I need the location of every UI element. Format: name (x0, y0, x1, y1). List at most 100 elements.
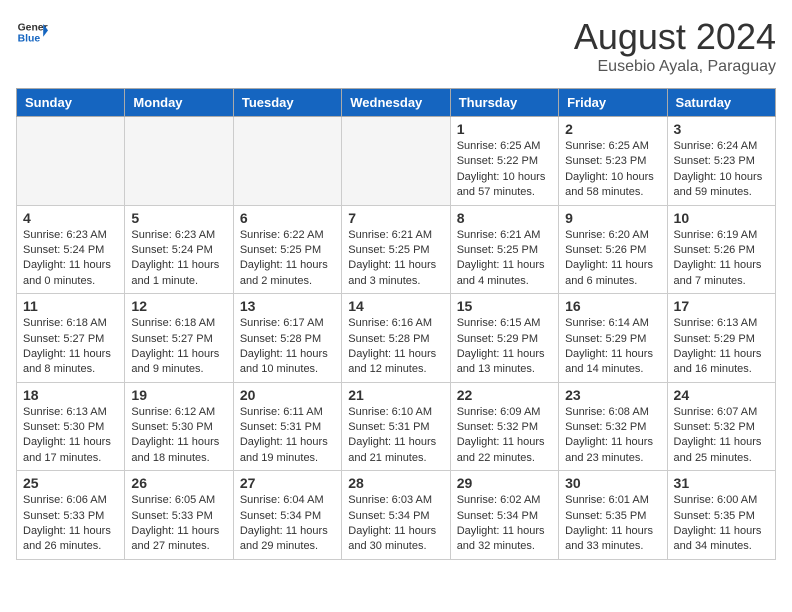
day-number: 1 (457, 121, 552, 137)
day-info: Sunrise: 6:13 AMSunset: 5:29 PMDaylight:… (674, 316, 769, 378)
calendar-cell: 11Sunrise: 6:18 AMSunset: 5:27 PMDayligh… (17, 294, 125, 383)
day-number: 21 (348, 387, 443, 403)
day-info: Sunrise: 6:05 AMSunset: 5:33 PMDaylight:… (131, 493, 226, 555)
day-number: 3 (674, 121, 769, 137)
day-number: 10 (674, 210, 769, 226)
day-info: Sunrise: 6:25 AMSunset: 5:23 PMDaylight:… (565, 139, 660, 201)
calendar-week-5: 25 Sunrise: 6:06 AMSunset: 5:33 PMDayligh… (17, 471, 776, 560)
calendar-cell (17, 117, 125, 206)
weekday-header-wednesday: Wednesday (342, 89, 450, 117)
calendar-cell: 28 Sunrise: 6:03 AMSunset: 5:34 PMDayligh… (342, 471, 450, 560)
day-number: 6 (240, 210, 335, 226)
month-year: August 2024 (574, 16, 776, 58)
calendar-week-2: 4Sunrise: 6:23 AMSunset: 5:24 PMDaylight… (17, 205, 776, 294)
day-info: Sunrise: 6:18 AMSunset: 5:27 PMDaylight:… (23, 316, 118, 378)
day-info: Sunrise: 6:17 AMSunset: 5:28 PMDaylight:… (240, 316, 335, 378)
title-block: August 2024 Eusebio Ayala, Paraguay (574, 16, 776, 76)
day-info: Sunrise: 6:15 AMSunset: 5:29 PMDaylight:… (457, 316, 552, 378)
day-info: Sunrise: 6:11 AMSunset: 5:31 PMDaylight:… (240, 405, 335, 467)
day-info: Sunrise: 6:00 AMSunset: 5:35 PMDaylight:… (674, 493, 769, 555)
day-number: 12 (131, 298, 226, 314)
calendar-cell: 20 Sunrise: 6:11 AMSunset: 5:31 PMDayligh… (233, 382, 341, 471)
day-info: Sunrise: 6:02 AMSunset: 5:34 PMDaylight:… (457, 493, 552, 555)
logo: General Blue (16, 16, 48, 48)
calendar-cell: 14Sunrise: 6:16 AMSunset: 5:28 PMDayligh… (342, 294, 450, 383)
calendar-cell: 13 Sunrise: 6:17 AMSunset: 5:28 PMDayligh… (233, 294, 341, 383)
calendar-cell: 16 Sunrise: 6:14 AMSunset: 5:29 PMDayligh… (559, 294, 667, 383)
svg-text:Blue: Blue (18, 34, 41, 45)
day-number: 24 (674, 387, 769, 403)
day-number: 26 (131, 475, 226, 491)
calendar-cell: 17 Sunrise: 6:13 AMSunset: 5:29 PMDayligh… (667, 294, 775, 383)
calendar-cell: 7Sunrise: 6:21 AMSunset: 5:25 PMDaylight… (342, 205, 450, 294)
weekday-header-tuesday: Tuesday (233, 89, 341, 117)
day-number: 16 (565, 298, 660, 314)
calendar-cell: 18Sunrise: 6:13 AMSunset: 5:30 PMDayligh… (17, 382, 125, 471)
calendar-cell: 22Sunrise: 6:09 AMSunset: 5:32 PMDayligh… (450, 382, 558, 471)
calendar-cell: 26 Sunrise: 6:05 AMSunset: 5:33 PMDayligh… (125, 471, 233, 560)
day-info: Sunrise: 6:24 AMSunset: 5:23 PMDaylight:… (674, 139, 769, 201)
day-info: Sunrise: 6:07 AMSunset: 5:32 PMDaylight:… (674, 405, 769, 467)
calendar-cell: 5 Sunrise: 6:23 AMSunset: 5:24 PMDaylight… (125, 205, 233, 294)
day-number: 2 (565, 121, 660, 137)
weekday-header-saturday: Saturday (667, 89, 775, 117)
calendar-cell (233, 117, 341, 206)
day-number: 18 (23, 387, 118, 403)
calendar-cell: 9 Sunrise: 6:20 AMSunset: 5:26 PMDaylight… (559, 205, 667, 294)
calendar-cell: 12 Sunrise: 6:18 AMSunset: 5:27 PMDayligh… (125, 294, 233, 383)
calendar-cell: 30Sunrise: 6:01 AMSunset: 5:35 PMDayligh… (559, 471, 667, 560)
day-number: 20 (240, 387, 335, 403)
day-info: Sunrise: 6:14 AMSunset: 5:29 PMDaylight:… (565, 316, 660, 378)
day-number: 29 (457, 475, 552, 491)
day-info: Sunrise: 6:22 AMSunset: 5:25 PMDaylight:… (240, 228, 335, 290)
day-number: 25 (23, 475, 118, 491)
day-number: 28 (348, 475, 443, 491)
weekday-header-monday: Monday (125, 89, 233, 117)
calendar-cell: 27 Sunrise: 6:04 AMSunset: 5:34 PMDayligh… (233, 471, 341, 560)
day-info: Sunrise: 6:23 AMSunset: 5:24 PMDaylight:… (23, 228, 118, 290)
day-info: Sunrise: 6:06 AMSunset: 5:33 PMDaylight:… (23, 493, 118, 555)
day-info: Sunrise: 6:10 AMSunset: 5:31 PMDaylight:… (348, 405, 443, 467)
day-number: 9 (565, 210, 660, 226)
day-number: 13 (240, 298, 335, 314)
day-number: 27 (240, 475, 335, 491)
day-info: Sunrise: 6:21 AMSunset: 5:25 PMDaylight:… (457, 228, 552, 290)
calendar-cell: 6 Sunrise: 6:22 AMSunset: 5:25 PMDaylight… (233, 205, 341, 294)
day-info: Sunrise: 6:18 AMSunset: 5:27 PMDaylight:… (131, 316, 226, 378)
calendar-cell: 19 Sunrise: 6:12 AMSunset: 5:30 PMDayligh… (125, 382, 233, 471)
day-number: 17 (674, 298, 769, 314)
weekday-header-friday: Friday (559, 89, 667, 117)
calendar-cell: 2 Sunrise: 6:25 AMSunset: 5:23 PMDaylight… (559, 117, 667, 206)
day-info: Sunrise: 6:16 AMSunset: 5:28 PMDaylight:… (348, 316, 443, 378)
logo-icon: General Blue (16, 16, 48, 48)
day-info: Sunrise: 6:20 AMSunset: 5:26 PMDaylight:… (565, 228, 660, 290)
day-info: Sunrise: 6:25 AMSunset: 5:22 PMDaylight:… (457, 139, 552, 201)
calendar-week-3: 11Sunrise: 6:18 AMSunset: 5:27 PMDayligh… (17, 294, 776, 383)
weekday-header-row: SundayMondayTuesdayWednesdayThursdayFrid… (17, 89, 776, 117)
calendar-cell: 29 Sunrise: 6:02 AMSunset: 5:34 PMDayligh… (450, 471, 558, 560)
day-number: 19 (131, 387, 226, 403)
day-info: Sunrise: 6:03 AMSunset: 5:34 PMDaylight:… (348, 493, 443, 555)
calendar-cell: 21 Sunrise: 6:10 AMSunset: 5:31 PMDayligh… (342, 382, 450, 471)
day-number: 8 (457, 210, 552, 226)
calendar-cell: 1 Sunrise: 6:25 AMSunset: 5:22 PMDaylight… (450, 117, 558, 206)
calendar-cell: 4Sunrise: 6:23 AMSunset: 5:24 PMDaylight… (17, 205, 125, 294)
calendar-cell: 25 Sunrise: 6:06 AMSunset: 5:33 PMDayligh… (17, 471, 125, 560)
day-info: Sunrise: 6:23 AMSunset: 5:24 PMDaylight:… (131, 228, 226, 290)
weekday-header-sunday: Sunday (17, 89, 125, 117)
page-header: General Blue August 2024 Eusebio Ayala, … (16, 16, 776, 76)
day-number: 31 (674, 475, 769, 491)
calendar-table: SundayMondayTuesdayWednesdayThursdayFrid… (16, 88, 776, 560)
day-info: Sunrise: 6:12 AMSunset: 5:30 PMDaylight:… (131, 405, 226, 467)
day-number: 15 (457, 298, 552, 314)
calendar-cell (342, 117, 450, 206)
day-info: Sunrise: 6:04 AMSunset: 5:34 PMDaylight:… (240, 493, 335, 555)
day-info: Sunrise: 6:21 AMSunset: 5:25 PMDaylight:… (348, 228, 443, 290)
calendar-cell: 8 Sunrise: 6:21 AMSunset: 5:25 PMDaylight… (450, 205, 558, 294)
calendar-cell (125, 117, 233, 206)
day-info: Sunrise: 6:19 AMSunset: 5:26 PMDaylight:… (674, 228, 769, 290)
day-number: 5 (131, 210, 226, 226)
day-info: Sunrise: 6:09 AMSunset: 5:32 PMDaylight:… (457, 405, 552, 467)
day-number: 30 (565, 475, 660, 491)
location: Eusebio Ayala, Paraguay (574, 58, 776, 76)
